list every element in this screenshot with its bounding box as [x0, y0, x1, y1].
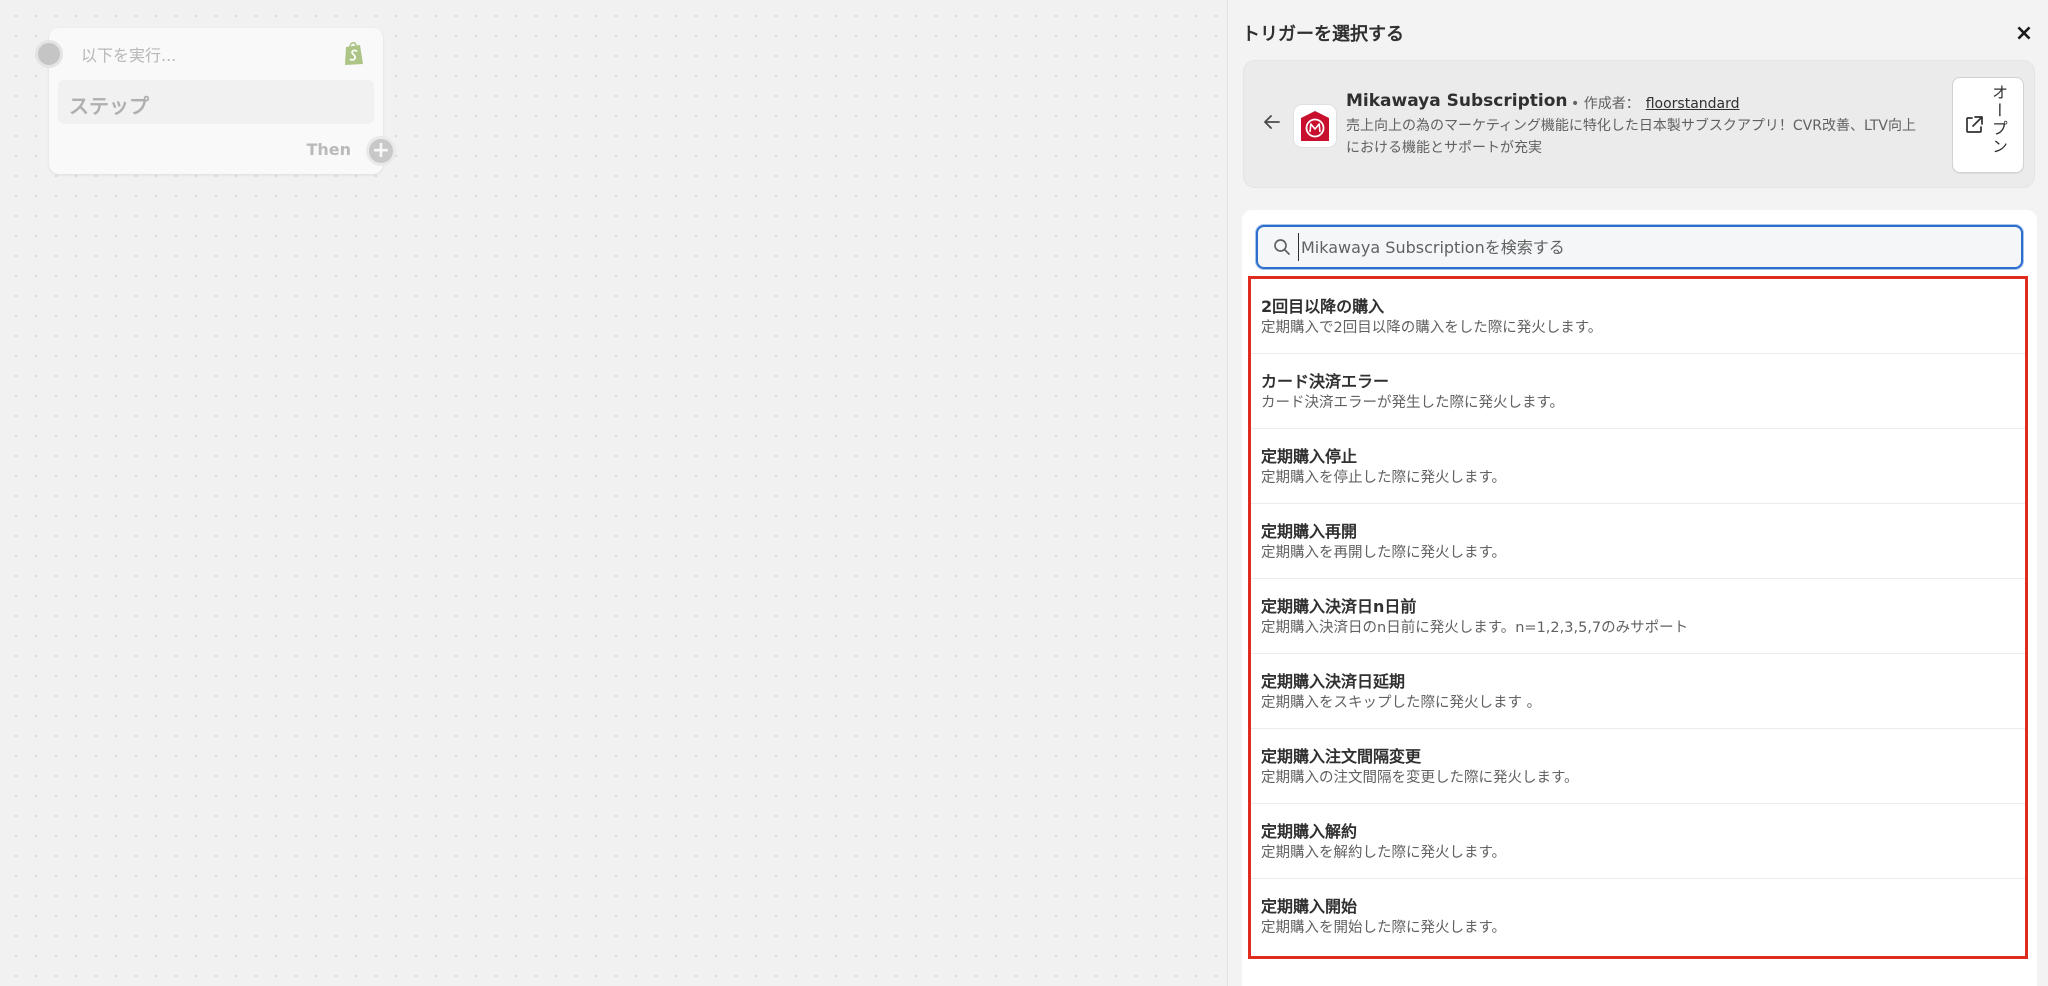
panel-title: トリガーを選択する [1242, 24, 1404, 45]
shopify-icon [345, 41, 363, 65]
trigger-description: 定期購入の注文間隔を変更した際に発火します。 [1261, 770, 1579, 786]
app-meta-prefix: • 作成者： [1571, 96, 1640, 112]
trigger-name: 定期購入解約 [1261, 822, 1358, 841]
trigger-item[interactable]: 定期購入開始定期購入を開始した際に発火します。 [1251, 879, 2025, 954]
open-app-label: オープン [1989, 84, 2008, 156]
trigger-item[interactable]: 定期購入再開定期購入を再開した際に発火します。 [1251, 504, 2025, 579]
app-description: 売上向上の為のマーケティング機能に特化した日本製サブスクアプリ！CVR改善、LT… [1346, 118, 1916, 156]
trigger-description: 定期購入で2回目以降の購入をした際に発火します。 [1261, 320, 1603, 336]
trigger-item[interactable]: 定期購入解約定期購入を解約した際に発火します。 [1251, 804, 2025, 879]
app-meta: • 作成者： floorstandard [1571, 93, 1740, 113]
step-run-label: 以下を実行... [81, 46, 177, 65]
open-app-button[interactable]: オープン [1952, 77, 2024, 173]
step-card[interactable]: 以下を実行... ステップ Then [49, 28, 383, 174]
trigger-description: 定期購入をスキップした際に発火します 。 [1261, 695, 1542, 711]
then-label: Then [306, 140, 351, 159]
external-link-icon [1966, 116, 1983, 133]
trigger-item[interactable]: 2回目以降の購入定期購入で2回目以降の購入をした際に発火します。 [1251, 279, 2025, 354]
app-name: Mikawaya Subscription [1346, 91, 1568, 111]
search-input[interactable] [1298, 233, 1998, 261]
trigger-description: 定期購入を開始した際に発火します。 [1261, 920, 1507, 936]
trigger-name: カード決済エラー [1261, 372, 1390, 391]
trigger-description: 定期購入を解約した際に発火します。 [1261, 845, 1507, 861]
trigger-name: 定期購入決済日n日前 [1261, 597, 1417, 616]
workflow-canvas[interactable]: 以下を実行... ステップ Then + [0, 0, 1227, 986]
trigger-description: 定期購入決済日のn日前に発火します。n=1,2,3,5,7のみサポート [1261, 620, 1689, 636]
search-field[interactable] [1256, 225, 2023, 269]
author-link[interactable]: floorstandard [1646, 96, 1740, 112]
search-icon [1274, 239, 1290, 255]
trigger-item[interactable]: 定期購入決済日n日前定期購入決済日のn日前に発火します。n=1,2,3,5,7の… [1251, 579, 2025, 654]
mikawaya-logo-icon [1301, 111, 1329, 141]
trigger-name: 定期購入注文間隔変更 [1261, 747, 1422, 766]
trigger-item[interactable]: 定期購入注文間隔変更定期購入の注文間隔を変更した際に発火します。 [1251, 729, 2025, 804]
app-card: Mikawaya Subscription • 作成者： floorstandar… [1243, 60, 2035, 188]
step-connector-dot[interactable] [35, 40, 63, 68]
trigger-item[interactable]: 定期購入停止定期購入を停止した際に発火します。 [1251, 429, 2025, 504]
add-step-button[interactable]: + [366, 136, 396, 166]
trigger-name: 定期購入再開 [1261, 522, 1358, 541]
trigger-item[interactable]: 定期購入決済日延期定期購入をスキップした際に発火します 。 [1251, 654, 2025, 729]
trigger-name: 定期購入停止 [1261, 447, 1358, 466]
trigger-description: 定期購入を停止した際に発火します。 [1261, 470, 1507, 486]
step-body[interactable]: ステップ [58, 80, 374, 124]
trigger-list: 2回目以降の購入 定期購入で2回目以降の購入をした際に発火します。 カード決済エラー… [1248, 276, 2028, 959]
step-title: ステップ [69, 94, 149, 118]
trigger-description: カード決済エラーが発生した際に発火します。 [1261, 395, 1565, 411]
trigger-name: 定期購入開始 [1261, 897, 1358, 916]
trigger-description: 定期購入を再開した際に発火します。 [1261, 545, 1507, 561]
trigger-name: 定期購入決済日延期 [1261, 672, 1406, 691]
close-button[interactable]: × [2011, 20, 2037, 46]
back-arrow-icon[interactable] [1261, 111, 1283, 133]
trigger-name: 2回目以降の購入 [1261, 297, 1385, 316]
trigger-item[interactable]: カード決済エラーカード決済エラーが発生した際に発火します。 [1251, 354, 2025, 429]
app-logo [1294, 105, 1336, 147]
